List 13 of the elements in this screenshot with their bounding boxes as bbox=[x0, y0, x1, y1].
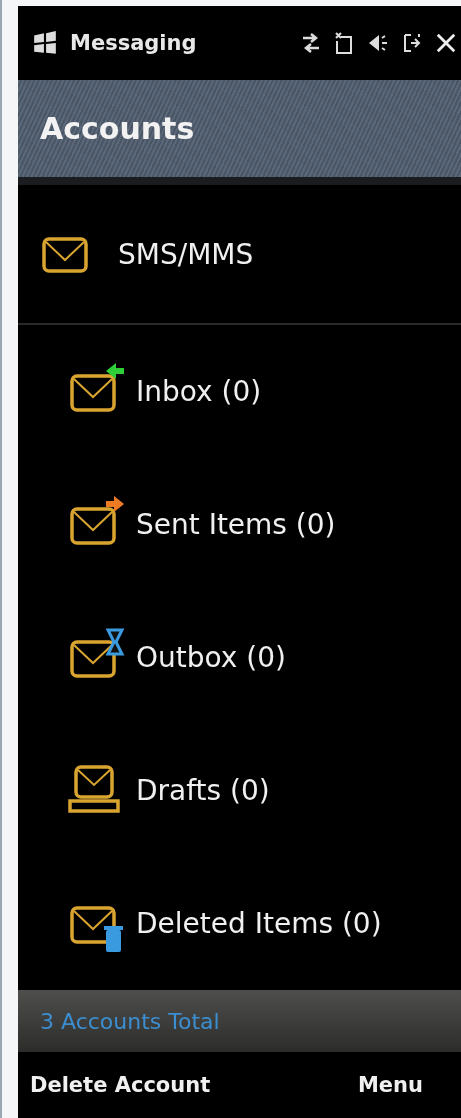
close-icon[interactable] bbox=[435, 31, 457, 55]
delete-account-softkey[interactable]: Delete Account bbox=[30, 1069, 211, 1101]
app-title: Messaging bbox=[70, 31, 198, 55]
page-title: Accounts bbox=[40, 111, 195, 146]
folder-item[interactable]: Drafts (0) bbox=[18, 724, 461, 857]
accounts-total-text: 3 Accounts Total bbox=[40, 1008, 220, 1034]
account-item[interactable]: SMS/MMS bbox=[18, 185, 461, 323]
folder-item[interactable]: Deleted Items (0) bbox=[18, 857, 461, 990]
windows-logo-icon[interactable] bbox=[32, 30, 58, 56]
folder-item[interactable]: Inbox (0) bbox=[18, 325, 461, 458]
folder-item[interactable]: Outbox (0) bbox=[18, 591, 461, 724]
menu-softkey[interactable]: Menu bbox=[357, 1069, 423, 1101]
folder-item[interactable]: Sent Items (0) bbox=[18, 458, 461, 591]
